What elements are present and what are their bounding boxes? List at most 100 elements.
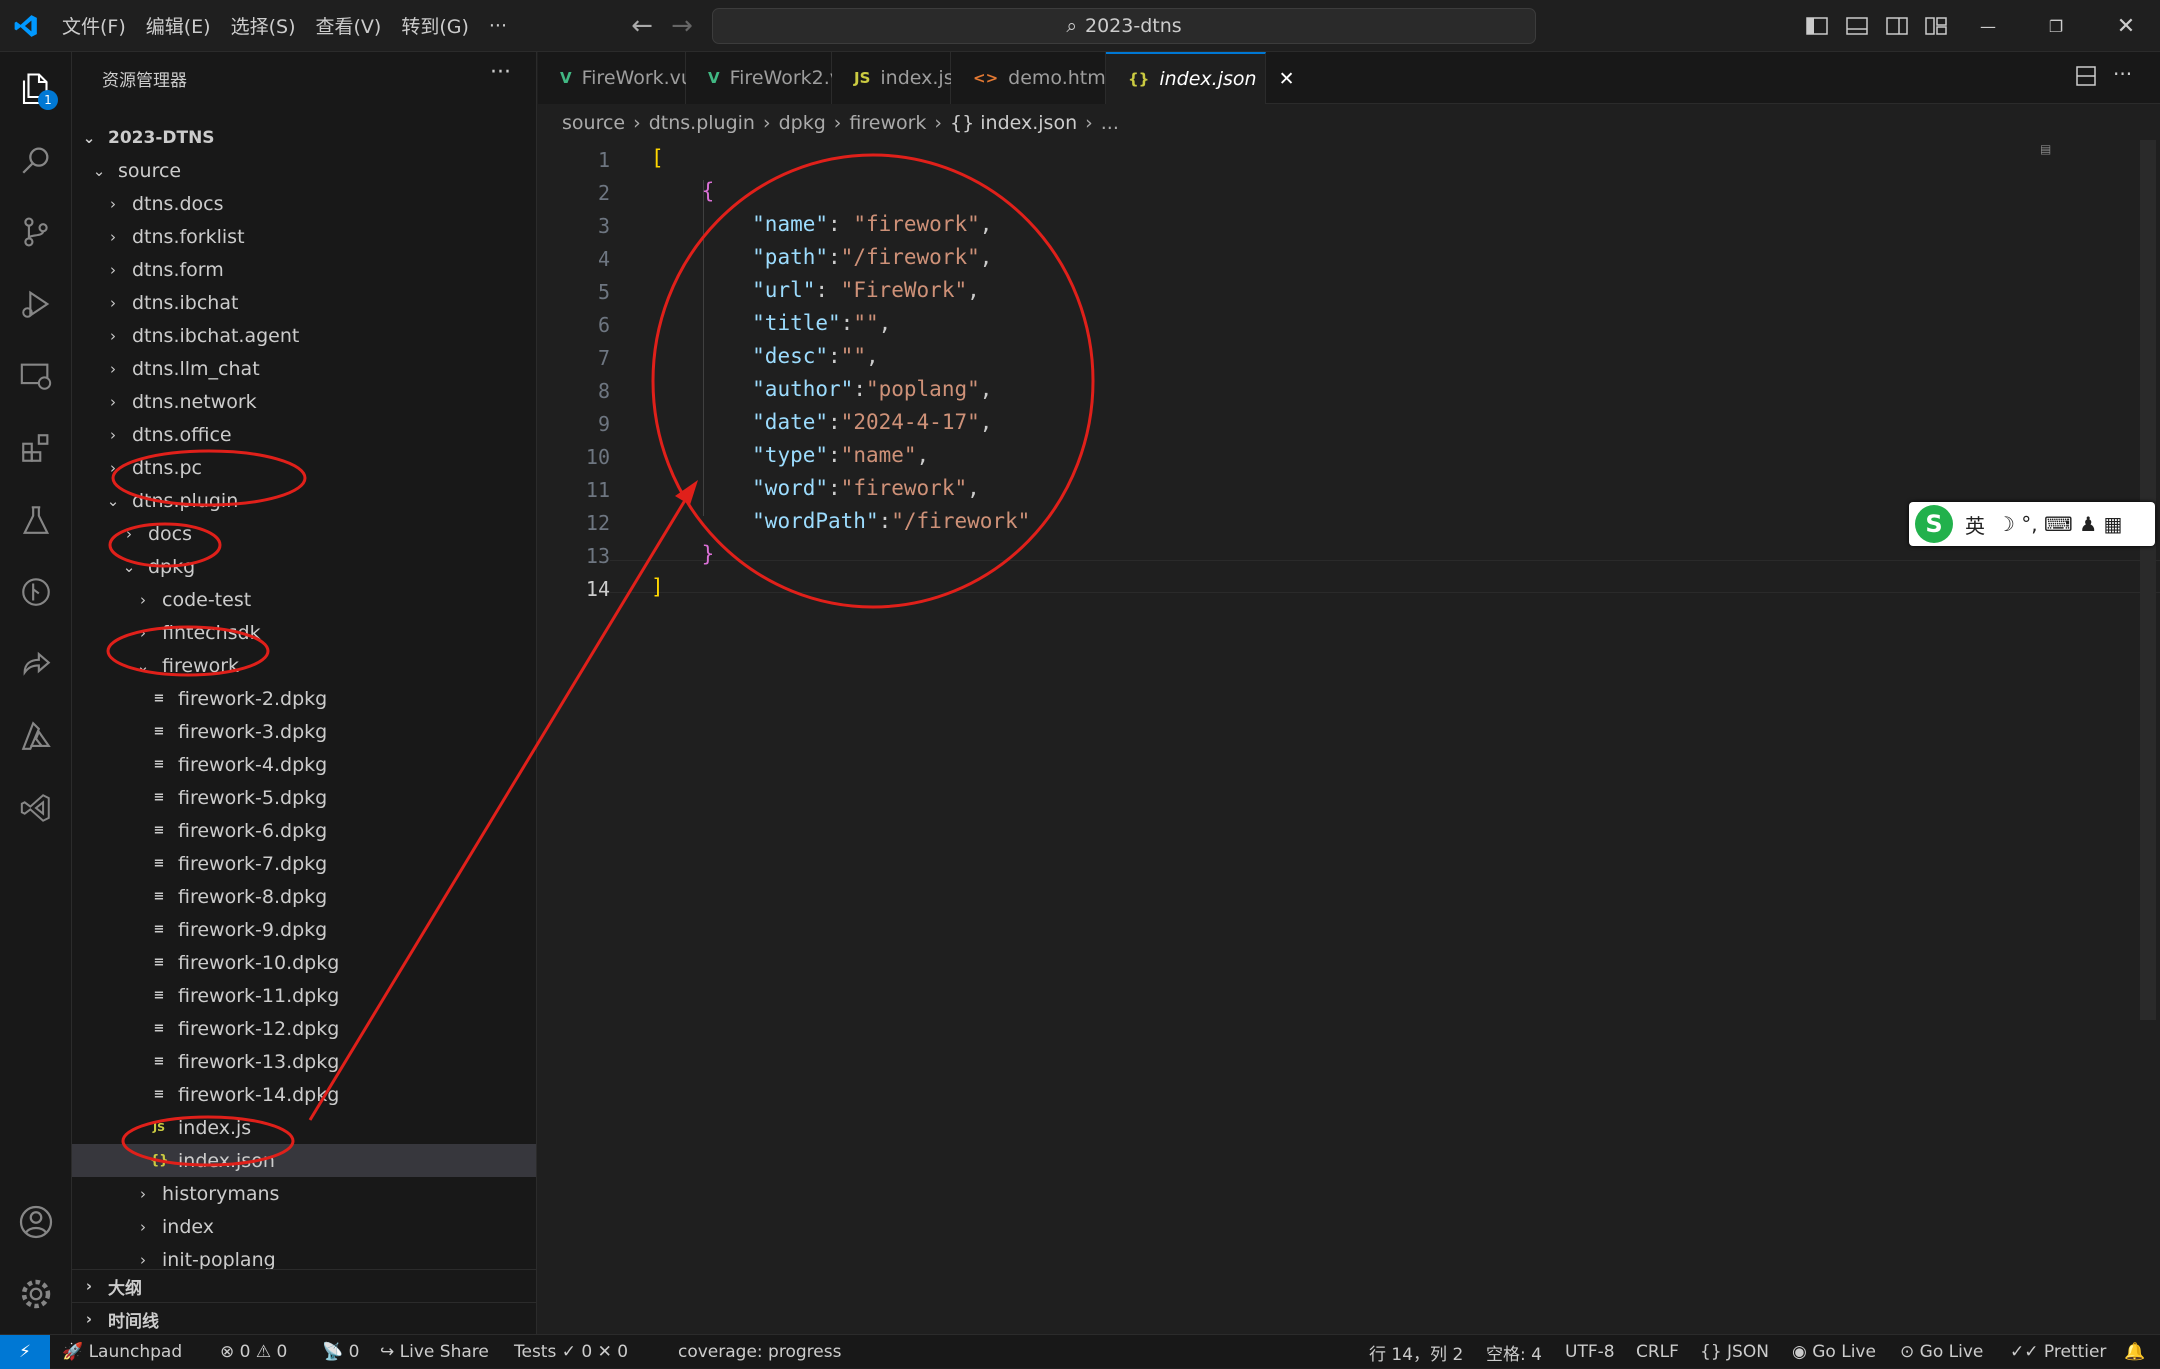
tree-item[interactable]: › dtns.ibchat	[72, 286, 536, 319]
tree-item[interactable]: › fintechsdk	[72, 616, 536, 649]
remote-explorer-icon[interactable]	[0, 340, 72, 412]
editor-more-icon[interactable]: ···	[2113, 62, 2132, 86]
minimize-icon[interactable]: —	[1966, 0, 2010, 52]
menu-item[interactable]: 文件(F)	[52, 0, 136, 52]
tree-item[interactable]: › historymans	[72, 1177, 536, 1210]
breadcrumb-item[interactable]: dtns.plugin	[649, 112, 755, 134]
code-line[interactable]: }	[651, 542, 715, 566]
code-line[interactable]: "path":"/firework",	[651, 245, 992, 269]
code-line[interactable]: "date":"2024-4-17",	[651, 410, 992, 434]
tree-item[interactable]: ≡ firework-11.dpkg	[72, 979, 536, 1012]
code-line[interactable]: ]	[651, 575, 664, 599]
editor-scrollbar[interactable]	[2140, 140, 2156, 1020]
code-line[interactable]: "type":"name",	[651, 443, 929, 467]
code-line[interactable]: "word":"firework",	[651, 476, 980, 500]
tree-item[interactable]: JS index.js	[72, 1111, 536, 1144]
search-view-icon[interactable]	[0, 124, 72, 196]
code-line[interactable]: [	[651, 146, 664, 170]
ime-language[interactable]: 英	[1965, 510, 1985, 539]
code-line[interactable]: "title":"",	[651, 311, 891, 335]
visual-studio-icon[interactable]	[0, 772, 72, 844]
tree-item[interactable]: ⌄ dpkg	[72, 550, 536, 583]
live-share-icon[interactable]	[0, 628, 72, 700]
tree-item[interactable]: › dtns.ibchat.agent	[72, 319, 536, 352]
tab-3[interactable]: JS index.js	[832, 52, 954, 104]
forward-arrow-icon[interactable]: →	[662, 11, 702, 41]
tree-item[interactable]: › dtns.forklist	[72, 220, 536, 253]
tree-item[interactable]: ≡ firework-7.dpkg	[72, 847, 536, 880]
breadcrumb-item[interactable]: dpkg	[779, 112, 826, 134]
git-graph-icon[interactable]	[0, 556, 72, 628]
accounts-icon[interactable]	[0, 1186, 72, 1258]
toggle-primary-sidebar-icon[interactable]	[1795, 0, 1839, 52]
menu-item[interactable]: 编辑(E)	[136, 0, 221, 52]
command-center-search[interactable]: ⌕ 2023-dtns	[712, 8, 1536, 44]
tab-1[interactable]: V FireWork.vue	[538, 52, 705, 104]
azure-icon[interactable]	[0, 700, 72, 772]
breadcrumb-item[interactable]: {} index.json	[950, 112, 1077, 134]
ime-tool-icons[interactable]: ☽ °, ⌨ ♟ ▦	[1997, 512, 2122, 536]
toggle-secondary-sidebar-icon[interactable]	[1875, 0, 1919, 52]
code-line[interactable]: {	[651, 179, 715, 203]
outline-section[interactable]: › 大纲	[72, 1269, 536, 1302]
tree-item[interactable]: ≡ firework-9.dpkg	[72, 913, 536, 946]
tree-item[interactable]: ≡ firework-6.dpkg	[72, 814, 536, 847]
workspace-root[interactable]: ⌄ 2023-DTNS	[72, 121, 536, 154]
close-tab-icon[interactable]: ✕	[1279, 68, 1295, 90]
tree-item[interactable]: › dtns.form	[72, 253, 536, 286]
source-control-icon[interactable]	[0, 196, 72, 268]
extensions-icon[interactable]	[0, 412, 72, 484]
code-line[interactable]: "url": "FireWork",	[651, 278, 980, 302]
tab-5[interactable]: {} index.json ✕	[1106, 52, 1294, 104]
split-editor-icon[interactable]	[2076, 66, 2096, 90]
go-live-status-1[interactable]: ◉ Go Live	[1792, 1335, 1876, 1369]
notifications-bell-icon[interactable]: 🔔	[2124, 1335, 2145, 1369]
tree-item[interactable]: ≡ firework-10.dpkg	[72, 946, 536, 979]
tree-item[interactable]: ⌄ firework	[72, 649, 536, 682]
tree-item[interactable]: ≡ firework-8.dpkg	[72, 880, 536, 913]
explorer-icon[interactable]: 1	[0, 52, 72, 124]
menu-item[interactable]: ···	[479, 0, 517, 52]
tree-item[interactable]: ≡ firework-5.dpkg	[72, 781, 536, 814]
restore-icon[interactable]: ❐	[2034, 0, 2078, 52]
tree-item[interactable]: ≡ firework-3.dpkg	[72, 715, 536, 748]
tree-item[interactable]: ≡ firework-12.dpkg	[72, 1012, 536, 1045]
tree-item[interactable]: › dtns.llm_chat	[72, 352, 536, 385]
coverage-status[interactable]: coverage: progress	[678, 1335, 841, 1369]
problems-status[interactable]: ⊗ 0 ⚠ 0	[220, 1335, 287, 1369]
tree-item[interactable]: {} index.json	[72, 1144, 536, 1177]
ime-toolbar[interactable]: S 英 ☽ °, ⌨ ♟ ▦	[1909, 502, 2155, 546]
tab-4[interactable]: <>demo.html●	[951, 52, 1137, 104]
ports-status[interactable]: 📡 0	[322, 1335, 359, 1369]
tree-item[interactable]: › docs	[72, 517, 536, 550]
code-line[interactable]: "desc":"",	[651, 344, 878, 368]
tree-item[interactable]: › dtns.pc	[72, 451, 536, 484]
breadcrumb-item[interactable]: ...	[1101, 112, 1119, 134]
close-window-icon[interactable]: ✕	[2104, 0, 2148, 52]
settings-gear-icon[interactable]	[0, 1258, 72, 1330]
toggle-panel-icon[interactable]	[1835, 0, 1879, 52]
menu-item[interactable]: 转到(G)	[391, 0, 479, 52]
tree-item[interactable]: ≡ firework-2.dpkg	[72, 682, 536, 715]
language-mode[interactable]: {} JSON	[1700, 1335, 1769, 1369]
eol-status[interactable]: CRLF	[1636, 1335, 1679, 1369]
customize-layout-icon[interactable]	[1914, 0, 1958, 52]
remote-indicator-icon[interactable]: ⚡	[0, 1335, 50, 1369]
prettier-status[interactable]: ✓✓ Prettier	[2010, 1335, 2106, 1369]
back-arrow-icon[interactable]: ←	[622, 11, 662, 41]
code-line[interactable]: "wordPath":"/firework"	[651, 509, 1030, 533]
tree-item[interactable]: › index	[72, 1210, 536, 1243]
go-live-status-2[interactable]: ⊙ Go Live	[1900, 1335, 1983, 1369]
code-editor[interactable]: 1[2 {3 "name": "firework", 4 "path":"/fir…	[538, 140, 2160, 1334]
explorer-more-icon[interactable]: ···	[490, 60, 511, 85]
tests-status[interactable]: Tests ✓ 0 ✕ 0	[514, 1335, 628, 1369]
tree-item[interactable]: ≡ firework-14.dpkg	[72, 1078, 536, 1111]
tree-item[interactable]: › code-test	[72, 583, 536, 616]
breadcrumb-item[interactable]: source	[562, 112, 625, 134]
menu-item[interactable]: 选择(S)	[221, 0, 306, 52]
run-debug-icon[interactable]	[0, 268, 72, 340]
live-share-status[interactable]: ↪ Live Share	[380, 1335, 489, 1369]
code-line[interactable]: "author":"poplang",	[651, 377, 992, 401]
timeline-section[interactable]: › 时间线	[72, 1302, 536, 1334]
tree-item[interactable]: ≡ firework-4.dpkg	[72, 748, 536, 781]
